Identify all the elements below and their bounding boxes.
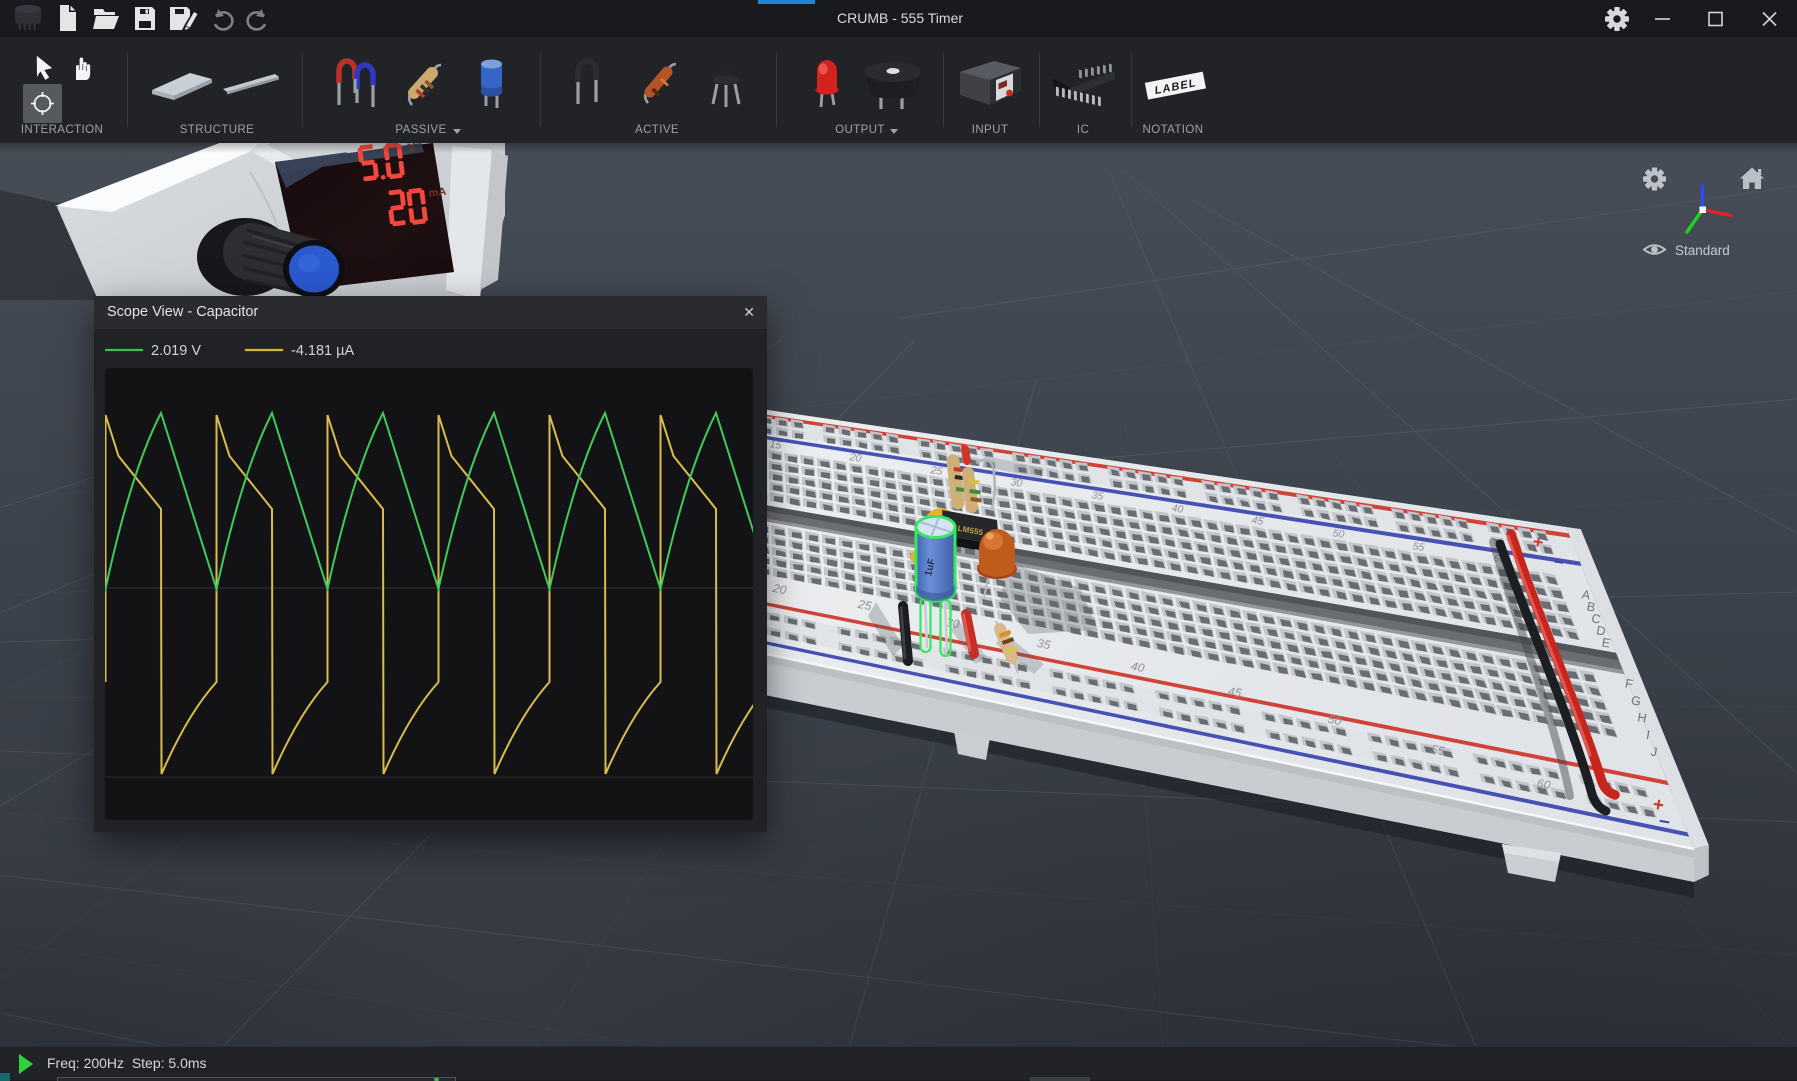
svg-text:20: 20: [771, 581, 788, 598]
svg-text:mA: mA: [428, 186, 447, 200]
svg-text:35: 35: [1091, 489, 1104, 503]
svg-text:30: 30: [1010, 476, 1023, 490]
svg-text:2.019 V: 2.019 V: [151, 343, 201, 359]
svg-text:Standard: Standard: [1675, 243, 1730, 258]
svg-text:25: 25: [929, 464, 943, 478]
svg-text:25: 25: [856, 597, 873, 614]
svg-text:55: 55: [1412, 540, 1425, 554]
svg-text:-4.181 µA: -4.181 µA: [291, 343, 354, 359]
svg-text:45: 45: [1251, 514, 1264, 528]
svg-text:50: 50: [1332, 527, 1345, 541]
svg-text:15: 15: [769, 438, 782, 452]
svg-text:20: 20: [848, 451, 862, 465]
svg-text:40: 40: [1171, 502, 1184, 516]
